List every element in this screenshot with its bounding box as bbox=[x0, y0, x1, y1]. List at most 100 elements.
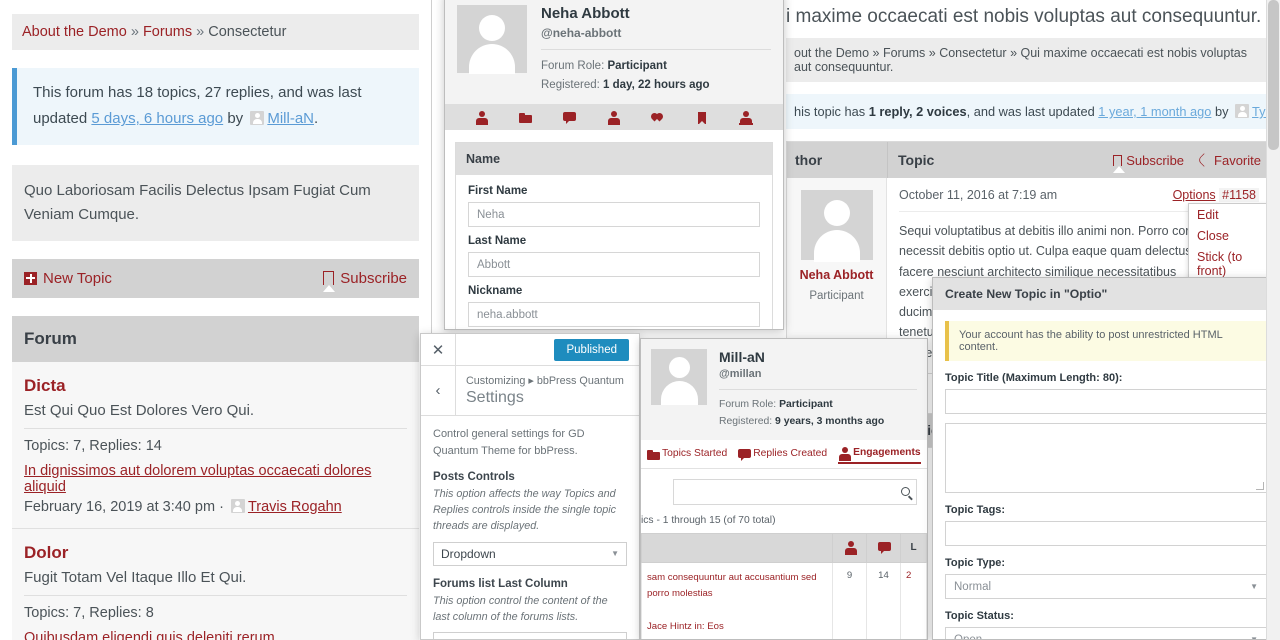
topic-subscribe-button[interactable]: Subscribe bbox=[1113, 153, 1184, 168]
user-icon[interactable] bbox=[607, 111, 621, 125]
profile-header: Neha Abbott @neha-abbott Forum Role: Par… bbox=[445, 0, 783, 104]
topic-type-select[interactable]: Normal ▼ bbox=[945, 574, 1267, 599]
topic-body-textarea[interactable] bbox=[945, 423, 1267, 493]
avatar bbox=[457, 5, 527, 73]
back-chevron-icon[interactable]: ‹ bbox=[421, 366, 456, 415]
folder-icon[interactable] bbox=[519, 111, 533, 125]
tab-topics-started[interactable]: Topics Started bbox=[647, 447, 727, 464]
post-id[interactable]: #1158 bbox=[1219, 188, 1259, 202]
topic-table-header: thor Topic Subscribe Favorite bbox=[787, 142, 1271, 178]
topic-page-title: i maxime occaecati est nobis voluptas au… bbox=[778, 0, 1280, 38]
forum-last-topic-link[interactable]: In dignissimos aut dolorem voluptas occa… bbox=[24, 463, 407, 495]
options-menu-item-stick[interactable]: Stick (to front) bbox=[1189, 246, 1270, 281]
posts-controls-select[interactable]: Dropdown ▼ bbox=[433, 542, 627, 566]
engagements-user-meta: Forum Role: Participant Registered: 9 ye… bbox=[719, 397, 917, 431]
topic-status-value: Open bbox=[954, 634, 982, 640]
post-header-right: Options #1158 bbox=[1173, 188, 1259, 202]
breadcrumb-home[interactable]: About the Demo bbox=[22, 24, 127, 40]
breadcrumb-forums[interactable]: Forums bbox=[143, 24, 192, 40]
setting-heading-last-column: Forums list Last Column bbox=[433, 578, 627, 590]
topic-type-value: Normal bbox=[954, 581, 991, 593]
customizer-breadcrumb: Customizing ▸ bbPress Quantum bbox=[466, 374, 624, 387]
registered-label: Registered: bbox=[541, 79, 600, 91]
bookmark-icon bbox=[323, 271, 334, 285]
topic-favorite-button[interactable]: Favorite bbox=[1198, 153, 1261, 168]
engagements-tabs: Topics Started Replies Created Engagemen… bbox=[641, 440, 927, 469]
forum-subtitle: Est Qui Quo Est Dolores Vero Qui. bbox=[24, 402, 407, 419]
first-name-label: First Name bbox=[468, 185, 760, 197]
last-column-select[interactable]: Last Activity ▼ bbox=[433, 632, 627, 640]
published-button[interactable]: Published bbox=[554, 339, 629, 361]
forum-title[interactable]: Dicta bbox=[24, 376, 407, 396]
profile-tabs bbox=[445, 104, 783, 130]
notice-time-link[interactable]: 5 days, 6 hours ago bbox=[91, 110, 223, 127]
nickname-field[interactable] bbox=[468, 302, 760, 327]
setting-heading-posts-controls: Posts Controls bbox=[433, 471, 627, 483]
column-voices bbox=[833, 533, 867, 562]
forum-last-topic-link[interactable]: Quibusdam eligendi quis deleniti rerum. bbox=[24, 630, 407, 640]
topic-title-input[interactable] bbox=[945, 389, 1267, 414]
subscribe-button[interactable]: Subscribe bbox=[323, 270, 407, 287]
comment-icon[interactable] bbox=[563, 111, 577, 125]
row-last: 2 bbox=[901, 562, 927, 640]
options-menu-item-close[interactable]: Close bbox=[1189, 225, 1270, 246]
topic-notice-time-link[interactable]: 1 year, 1 month ago bbox=[1098, 104, 1211, 119]
engagements-user-name: Mill-aN bbox=[719, 349, 917, 365]
voices-icon bbox=[844, 541, 855, 552]
chevron-down-icon: ▼ bbox=[1250, 582, 1258, 591]
forum-list-header: Forum bbox=[12, 316, 419, 362]
profile-name-card: Name First Name Last Name Nickname Displ… bbox=[455, 142, 773, 330]
forum-list-item[interactable]: Dolor Fugit Totam Vel Itaque Illo Et Qui… bbox=[12, 529, 419, 640]
tab-engagements[interactable]: Engagements bbox=[838, 447, 921, 464]
new-topic-label: New Topic bbox=[43, 270, 112, 287]
folder-icon bbox=[647, 448, 658, 459]
registered-value: 1 day, 22 hours ago bbox=[603, 79, 710, 91]
user-icon bbox=[838, 447, 849, 458]
topic-tags-input[interactable] bbox=[945, 521, 1267, 546]
forum-meta: Topics: 7, Replies: 14 In dignissimos au… bbox=[24, 428, 407, 515]
comment-icon bbox=[738, 448, 749, 459]
row-topic-title[interactable]: sam consequuntur aut accusantium sed por… bbox=[647, 572, 817, 599]
topic-notice-counts: 1 reply, 2 voices bbox=[869, 104, 967, 119]
user-icon[interactable] bbox=[475, 111, 489, 125]
first-name-field[interactable] bbox=[468, 202, 760, 227]
post-author-name[interactable]: Neha Abbott bbox=[795, 268, 878, 282]
search-icon bbox=[901, 487, 910, 496]
post-author-role: Participant bbox=[795, 290, 878, 302]
forum-title[interactable]: Dolor bbox=[24, 543, 407, 563]
last-name-field[interactable] bbox=[468, 252, 760, 277]
forum-description: Quo Laboriosam Facilis Delectus Ipsam Fu… bbox=[12, 165, 419, 241]
plus-icon bbox=[24, 272, 37, 285]
topic-subscribe-label: Subscribe bbox=[1126, 153, 1184, 168]
options-menu-item-edit[interactable]: Edit bbox=[1189, 204, 1270, 225]
forum-stats-notice: This forum has 18 topics, 27 replies, an… bbox=[12, 68, 419, 145]
forum-list-item[interactable]: Dicta Est Qui Quo Est Dolores Vero Qui. … bbox=[12, 362, 419, 529]
notice-user-link[interactable]: Mill-aN bbox=[267, 110, 314, 127]
forum-meta: Topics: 7, Replies: 8 Quibusdam eligendi… bbox=[24, 595, 407, 640]
user-icon[interactable] bbox=[739, 111, 753, 125]
close-icon[interactable]: ✕ bbox=[421, 334, 456, 366]
column-topic: Topic Subscribe Favorite bbox=[887, 142, 1271, 178]
column-author: thor bbox=[787, 142, 887, 178]
card-title: Name bbox=[456, 143, 772, 175]
forum-page: About the Demo » Forums » Consectetur Th… bbox=[0, 0, 432, 640]
search-input[interactable] bbox=[673, 479, 917, 505]
topic-status-select[interactable]: Open ▼ bbox=[945, 627, 1267, 640]
customizer-section-title: Settings bbox=[466, 389, 624, 407]
scrollbar-thumb[interactable] bbox=[1268, 0, 1279, 150]
heart-icon[interactable] bbox=[651, 111, 665, 125]
new-topic-button[interactable]: New Topic bbox=[24, 270, 112, 287]
topic-notice-pre: his topic has bbox=[794, 104, 869, 119]
role-value: Participant bbox=[607, 60, 666, 72]
table-row[interactable]: sam consequuntur aut accusantium sed por… bbox=[642, 562, 927, 640]
customizer-header: ‹ Customizing ▸ bbPress Quantum Settings bbox=[421, 366, 639, 416]
post-options-button[interactable]: Options bbox=[1173, 188, 1216, 202]
customizer-panel: ✕ Published ‹ Customizing ▸ bbPress Quan… bbox=[420, 333, 640, 640]
chevron-down-icon: ▼ bbox=[611, 549, 619, 558]
profile-handle: @neha-abbott bbox=[541, 26, 771, 40]
tab-replies-created[interactable]: Replies Created bbox=[738, 447, 827, 464]
bookmark-icon[interactable] bbox=[695, 111, 709, 125]
page-scrollbar[interactable] bbox=[1266, 0, 1280, 640]
topic-notice-mid: , and was last updated bbox=[967, 104, 1099, 119]
forum-last-author[interactable]: Travis Rogahn bbox=[248, 499, 342, 515]
